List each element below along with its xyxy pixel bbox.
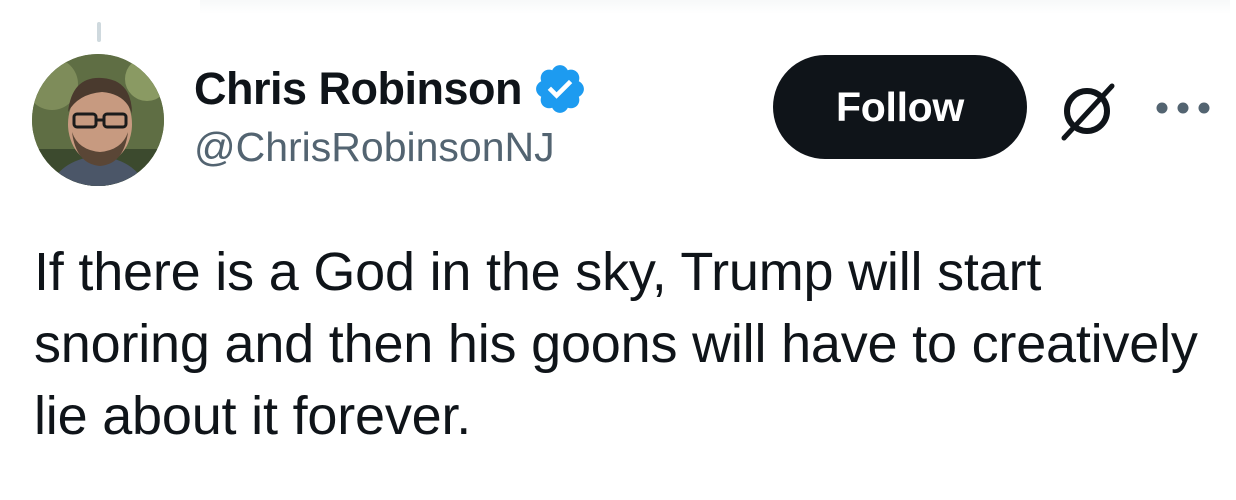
grok-icon[interactable] [1054, 78, 1120, 144]
follow-button[interactable]: Follow [773, 55, 1027, 159]
more-horizontal-icon[interactable] [1148, 90, 1218, 130]
author-handle[interactable]: @ChrisRobinsonNJ [194, 124, 555, 171]
tweet-card: Chris Robinson @ChrisRobinsonNJ Follow I… [0, 0, 1236, 500]
avatar[interactable] [32, 54, 164, 186]
tweet-text: If there is a God in the sky, Trump will… [34, 242, 1198, 446]
author-name-row[interactable]: Chris Robinson [194, 62, 588, 116]
thread-connector-line [97, 22, 101, 42]
verified-badge-icon[interactable] [532, 61, 588, 117]
avatar-image [32, 54, 164, 186]
previous-tweet-edge [200, 0, 1230, 14]
author-display-name[interactable]: Chris Robinson [194, 63, 523, 115]
